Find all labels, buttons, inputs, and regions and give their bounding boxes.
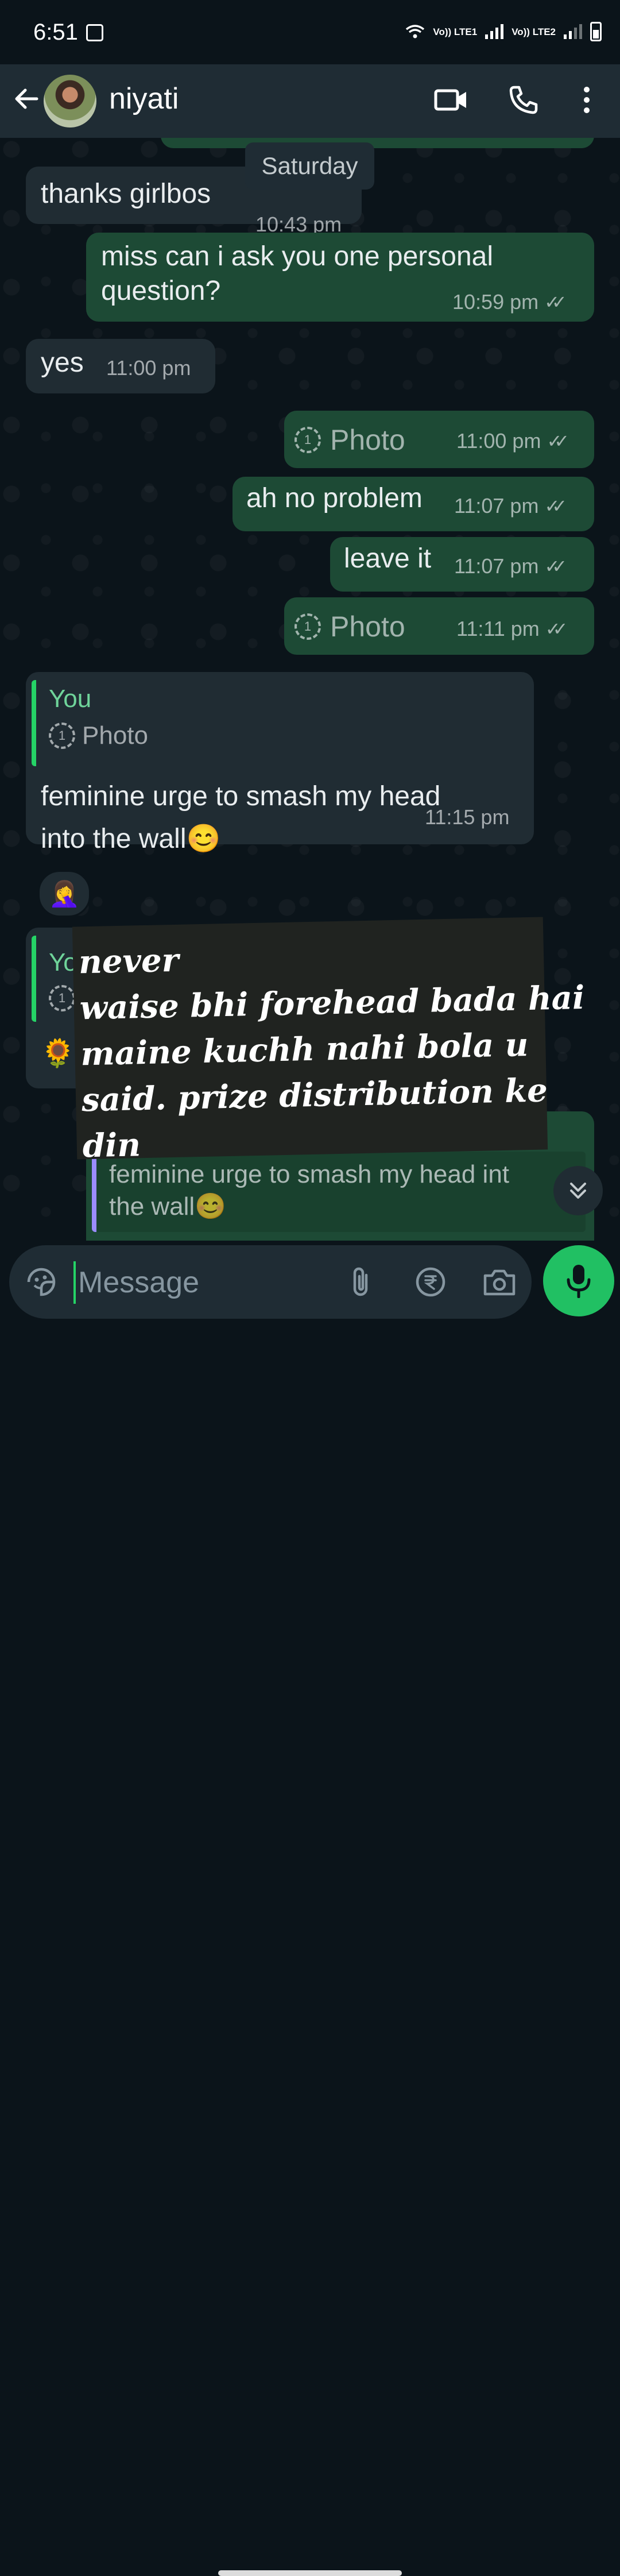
- message-time: 11:11 pm: [456, 617, 540, 640]
- arrow-left-icon[interactable]: [13, 85, 40, 113]
- message-text: miss can i ask you one personal question…: [101, 241, 494, 306]
- contact-avatar[interactable]: [44, 75, 96, 128]
- chat-area[interactable]: thanks girlbos 10:43 pm Saturday miss ca…: [0, 138, 620, 1241]
- microphone-button[interactable]: [543, 1245, 614, 1316]
- message-reaction[interactable]: 🤦‍♀️: [38, 870, 91, 917]
- double-check-icon: ✓✓: [544, 292, 567, 312]
- double-check-icon: ✓✓: [544, 496, 567, 516]
- message-time: 11:15 pm: [425, 805, 510, 829]
- quoted-sender: You: [49, 685, 92, 713]
- photo-message-outgoing[interactable]: 1 Photo 11:11 pm ✓✓: [284, 597, 594, 655]
- message-text: feminine urge to smash my head into the …: [41, 781, 441, 854]
- signal-bars-1-icon: [485, 24, 504, 39]
- message-time: 11:07 pm: [454, 494, 539, 517]
- video-camera-icon[interactable]: [433, 82, 470, 118]
- message-bubble-outgoing[interactable]: leave it 11:07 pm ✓✓: [330, 537, 594, 592]
- gallery-notification-icon: [86, 24, 103, 41]
- battery-icon: [590, 22, 602, 41]
- message-meta: 11:07 pm ✓✓: [454, 494, 567, 518]
- message-composer: [0, 1241, 620, 2576]
- message-bubble-outgoing[interactable]: ah no problem 11:07 pm ✓✓: [232, 477, 594, 531]
- message-meta: 11:00 pm ✓✓: [456, 429, 569, 453]
- sticker-icon[interactable]: [23, 1264, 60, 1300]
- quoted-message[interactable]: You 1 Photo: [32, 680, 525, 766]
- timer-icon: 1: [49, 723, 75, 749]
- gesture-home-bar[interactable]: [218, 2570, 402, 2576]
- chat-header: niyati: [0, 64, 620, 138]
- message-bubble-outgoing[interactable]: miss can i ask you one personal question…: [86, 233, 594, 322]
- message-time: 11:00 pm: [106, 356, 191, 380]
- camera-icon[interactable]: [481, 1264, 518, 1300]
- sim2-label: Vo)) LTE2: [512, 26, 556, 37]
- message-bubble-incoming[interactable]: yes 11:00 pm: [26, 339, 215, 393]
- phone-icon[interactable]: [505, 82, 542, 118]
- date-divider: Saturday: [245, 142, 374, 190]
- message-meta: 10:59 pm ✓✓: [452, 290, 567, 314]
- timer-icon: 1: [49, 985, 75, 1011]
- message-meta: 11:07 pm ✓✓: [454, 554, 567, 578]
- timer-icon: 1: [294, 613, 321, 640]
- double-check-icon: ✓✓: [545, 619, 568, 639]
- double-check-icon: ✓✓: [547, 431, 569, 451]
- double-check-icon: ✓✓: [544, 556, 567, 577]
- photo-placeholder: 1 Photo: [294, 423, 405, 457]
- message-text: leave it: [344, 543, 432, 574]
- contact-name[interactable]: niyati: [109, 82, 179, 116]
- microphone-icon: [567, 1265, 591, 1298]
- message-text: ah no problem: [246, 483, 423, 513]
- message-input[interactable]: [73, 1261, 355, 1304]
- message-time: 11:07 pm: [454, 554, 539, 578]
- status-icons: Vo)) LTE1 Vo)) LTE2: [405, 22, 602, 41]
- quoted-content: feminine urge to smash my head int the w…: [109, 1160, 510, 1221]
- photo-message-outgoing[interactable]: 1 Photo 11:00 pm ✓✓: [284, 411, 594, 468]
- message-time: 11:00 pm: [456, 429, 541, 453]
- overlay-note-line: said. prize distribution ke: [81, 1071, 548, 1119]
- paperclip-icon[interactable]: [342, 1264, 379, 1300]
- double-chevron-down-icon: [570, 1183, 586, 1199]
- scroll-to-bottom-button[interactable]: [553, 1166, 603, 1215]
- timer-icon: 1: [294, 427, 321, 453]
- message-text: yes: [41, 347, 84, 378]
- signal-bars-2-icon: [564, 24, 582, 39]
- message-bubble-partial[interactable]: [161, 138, 594, 148]
- rupee-icon[interactable]: [412, 1264, 449, 1300]
- message-text: 🌻: [41, 1038, 75, 1069]
- photo-placeholder: 1 Photo: [294, 610, 405, 643]
- status-bar: 6:51 Vo)) LTE1 Vo)) LTE2: [0, 0, 620, 64]
- wifi-icon: [406, 25, 425, 38]
- handwritten-overlay-note: never waise bhi forehead bada hai maine …: [72, 917, 585, 1165]
- message-time: 10:59 pm: [452, 290, 539, 314]
- quoted-content: 1 Photo: [49, 721, 525, 750]
- status-time: 6:51: [33, 20, 78, 45]
- message-input-container[interactable]: [9, 1245, 532, 1319]
- overlay-note-line: din: [82, 1126, 141, 1165]
- message-text: thanks girlbos: [41, 179, 211, 209]
- message-meta: 11:11 pm ✓✓: [456, 617, 568, 641]
- more-vertical-icon[interactable]: [568, 82, 605, 118]
- sim1-label: Vo)) LTE1: [433, 26, 478, 37]
- reply-message-incoming[interactable]: You 1 Photo feminine urge to smash my hea…: [26, 672, 534, 854]
